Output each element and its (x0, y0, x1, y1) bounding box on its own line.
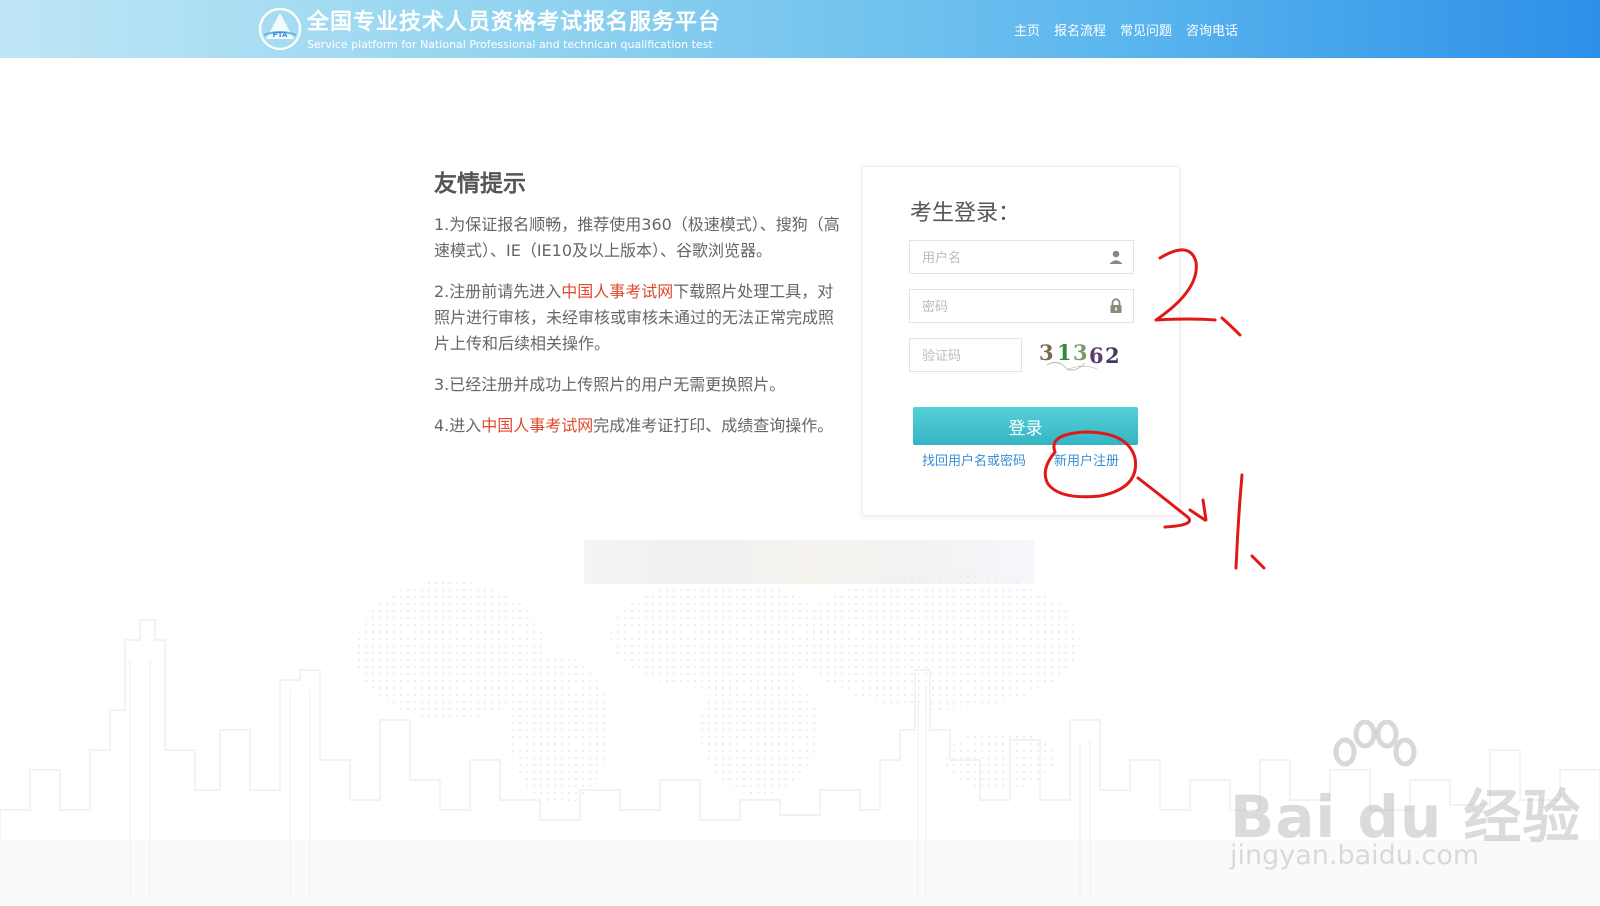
captcha-image[interactable]: 3 1 3 6 2 (1037, 337, 1132, 373)
captcha-char: 1 (1057, 340, 1072, 365)
captcha-char: 6 (1089, 343, 1104, 368)
captcha-char: 3 (1039, 340, 1054, 365)
captcha-input[interactable] (910, 339, 1021, 371)
lock-icon (1110, 298, 1122, 313)
nav-hotline[interactable]: 咨询电话 (1186, 20, 1238, 39)
new-user-register-link[interactable]: 新用户注册 (1054, 450, 1119, 469)
captcha-char: 3 (1073, 340, 1088, 365)
annotation-comma-two (1220, 316, 1242, 337)
username-input[interactable] (910, 241, 1133, 273)
tip-item-2: 2.注册前请先进入中国人事考试网下载照片处理工具，对照片进行审核，未经审核或审核… (434, 279, 844, 357)
nav-faq[interactable]: 常见问题 (1120, 20, 1172, 39)
login-card: 考生登录： 3 1 3 6 2 登录 找回用户名或密码 新用户注册 (862, 166, 1180, 516)
tip-item-1: 1.为保证报名顺畅，推荐使用360（极速模式）、搜狗（高速模式）、IE（IE10… (434, 212, 844, 264)
site-title: 全国专业技术人员资格考试报名服务平台 (307, 10, 722, 35)
captcha-field (909, 338, 1022, 372)
main-nav: 主页 报名流程 常见问题 咨询电话 (1014, 20, 1238, 39)
pta-logo-icon[interactable]: PTA (258, 7, 302, 51)
login-button[interactable]: 登录 (913, 407, 1138, 445)
arrow-head (1188, 498, 1208, 522)
watermark-url: jingyan.baidu.com (1230, 840, 1480, 871)
tip-item-4: 4.进入中国人事考试网完成准考证打印、成绩查询操作。 (434, 413, 844, 439)
top-header: PTA 全国专业技术人员资格考试报名服务平台 Service platform … (0, 0, 1600, 58)
tip-item-3: 3.已经注册并成功上传照片的用户无需更换照片。 (434, 372, 844, 398)
password-field (909, 289, 1134, 323)
cpta-link[interactable]: 中国人事考试网 (481, 416, 593, 435)
friendly-tips: 友情提示 1.为保证报名顺畅，推荐使用360（极速模式）、搜狗（高速模式）、IE… (434, 164, 844, 454)
tip-text: 1.为保证报名顺畅，推荐使用360（极速模式）、搜狗（高速模式）、IE（IE10… (434, 215, 840, 260)
tip-text: 2.注册前请先进入 (434, 282, 562, 301)
username-field (909, 240, 1134, 274)
password-input[interactable] (910, 290, 1133, 322)
user-icon (1109, 250, 1123, 264)
nav-home[interactable]: 主页 (1014, 20, 1040, 39)
forgot-credentials-link[interactable]: 找回用户名或密码 (922, 450, 1026, 469)
site-subtitle: Service platform for National Profession… (307, 38, 713, 51)
tip-text: 4.进入 (434, 416, 482, 435)
logo-text: PTA (273, 31, 288, 39)
world-map-dots (355, 570, 1080, 805)
nav-registration-process[interactable]: 报名流程 (1054, 20, 1106, 39)
captcha-char: 2 (1105, 343, 1120, 368)
login-title: 考生登录： (910, 201, 1021, 226)
baidu-jingyan-watermark: Bai du 经验 jingyan.baidu.com (1230, 720, 1580, 880)
annotation-number-one (1234, 473, 1244, 570)
tips-heading: 友情提示 (434, 171, 526, 197)
cpta-link[interactable]: 中国人事考试网 (561, 282, 673, 301)
tip-text: 3.已经注册并成功上传照片的用户无需更换照片。 (434, 375, 786, 394)
tip-text: 完成准考证打印、成绩查询操作。 (593, 416, 834, 435)
